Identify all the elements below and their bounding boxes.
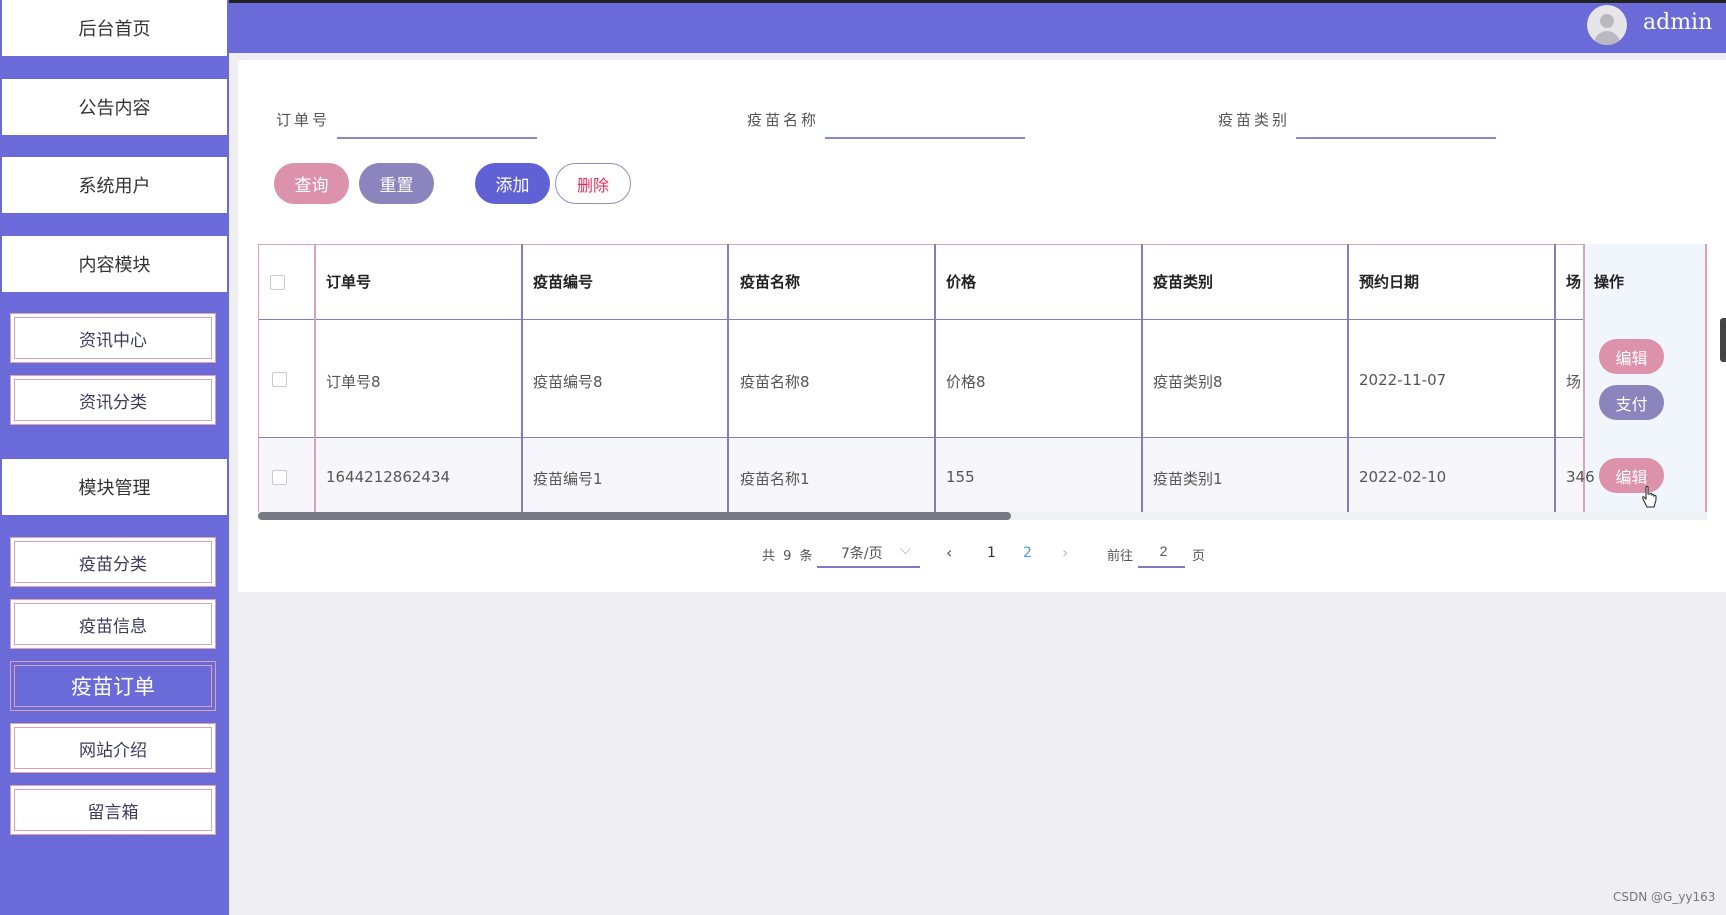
sidebar-subitem-label: 疫苗信息 [14,603,212,645]
search-input-vaccine-name[interactable] [825,107,1029,137]
search-input-vaccine-name-wrap [825,107,1029,139]
table-cell: 疫苗编号1 [533,470,603,488]
sidebar-subitem-news-category[interactable]: 资讯分类 [10,375,216,425]
column-divider [1554,244,1556,520]
search-label-vaccine-type: 疫苗类别 [1218,111,1291,129]
row-checkbox[interactable] [272,372,287,387]
column-header-venue[interactable]: 场 [1566,271,1581,292]
table-right-border [1705,244,1707,520]
top-header: admin [229,0,1726,53]
sidebar-subitem-site-intro[interactable]: 网站介绍 [10,723,216,773]
search-input-order-no[interactable] [337,107,541,137]
sidebar-item-home[interactable]: 后台首页 [2,0,227,56]
orders-table: 订单号 疫苗编号 疫苗名称 价格 疫苗类别 预约日期 场 操作 订单号8 疫苗编… [258,244,1707,520]
column-header-vaccine-code[interactable]: 疫苗编号 [533,271,593,292]
hand-pointer-icon [1642,486,1657,508]
table-border [258,319,1707,320]
table-cell: 价格8 [946,373,986,391]
column-divider [727,244,729,520]
sidebar-subitem-message-box[interactable]: 留言箱 [10,785,216,835]
column-header-order-no[interactable]: 订单号 [326,271,371,292]
column-divider [1141,244,1143,520]
table-cell: 2022-02-10 [1359,468,1447,486]
page-button-2[interactable]: 2 [1023,545,1032,561]
column-header-actions: 操作 [1594,273,1625,291]
sidebar-item-content-module[interactable]: 内容模块 [2,236,227,292]
search-input-vaccine-type[interactable] [1296,107,1500,137]
username[interactable]: admin [1643,10,1712,35]
table-cell: 2022-11-07 [1359,371,1447,389]
sidebar-subitem-vaccine-category[interactable]: 疫苗分类 [10,537,216,587]
sidebar-subitem-label: 网站介绍 [14,727,212,769]
table-cell: 疫苗名称1 [740,470,810,488]
user-avatar-icon[interactable] [1587,5,1627,45]
sidebar-subitem-vaccine-info[interactable]: 疫苗信息 [10,599,216,649]
pay-button[interactable]: 支付 [1599,385,1664,420]
column-header-vaccine-name[interactable]: 疫苗名称 [740,271,800,292]
search-input-vaccine-type-wrap [1296,107,1500,139]
table-cell: 疫苗名称8 [740,373,810,391]
row-checkbox[interactable] [272,470,287,485]
table-cell: 疫苗编号8 [533,373,603,391]
table-cell: 346 [1566,468,1594,486]
sidebar-subitem-label: 疫苗分类 [14,541,212,583]
sidebar-subitem-label: 疫苗订单 [14,665,212,707]
sidebar-subitem-label: 资讯中心 [14,317,212,359]
pagination-total: 共 9 条 [762,549,815,564]
sidebar-item-system-users[interactable]: 系统用户 [2,157,227,213]
sidebar-subitem-vaccine-orders[interactable]: 疫苗订单 [10,661,216,711]
search-label-order-no: 订单号 [276,111,331,129]
delete-button[interactable]: 删除 [555,163,631,204]
select-all-checkbox[interactable] [270,275,285,290]
column-divider [934,244,936,520]
table-left-border [258,244,259,520]
table-cell: 疫苗类别1 [1153,470,1223,488]
table-cell: 1644212862434 [326,468,451,486]
table-border [258,244,1707,245]
chevron-down-icon: ⌵ [900,542,911,558]
goto-label: 前往 [1107,549,1134,564]
search-label-vaccine-name: 疫苗名称 [747,111,820,129]
watermark: CSDN @G_yy163 [1613,890,1716,904]
column-header-vaccine-type[interactable]: 疫苗类别 [1153,271,1213,292]
column-divider [1347,244,1349,520]
page-size-select[interactable]: 7条/页 ⌵ [817,536,920,568]
goto-unit: 页 [1192,549,1206,564]
sidebar-subitem-label: 资讯分类 [14,379,212,421]
prev-page-button[interactable]: ‹ [946,543,952,562]
column-divider [521,244,523,520]
table-cell: 场 [1566,373,1582,391]
sidebar-subitem-label: 留言箱 [14,789,212,831]
next-page-button[interactable]: › [1062,543,1068,562]
query-button[interactable]: 查询 [274,163,349,204]
table-cell: 155 [946,468,975,486]
table-row-hover-bg [258,438,1707,520]
reset-button[interactable]: 重置 [359,163,434,204]
sidebar: 后台首页 公告内容 系统用户 内容模块 资讯中心 资讯分类 模块管理 疫苗分类 … [0,0,229,915]
column-divider [314,244,316,520]
column-header-appointment-date[interactable]: 预约日期 [1359,271,1419,292]
table-scrollbar-thumb[interactable] [258,512,1011,520]
search-input-order-no-wrap [337,107,541,139]
add-button[interactable]: 添加 [475,163,550,204]
sidebar-item-announcements[interactable]: 公告内容 [2,79,227,135]
column-header-price[interactable]: 价格 [946,271,976,292]
sidebar-item-module-management[interactable]: 模块管理 [2,459,227,515]
goto-page-input[interactable] [1138,536,1189,566]
goto-page-wrap [1138,536,1189,568]
page-button-1[interactable]: 1 [987,545,996,561]
table-cell: 疫苗类别8 [1153,373,1223,391]
table-cell: 订单号8 [326,373,381,391]
sidebar-subitem-news-center[interactable]: 资讯中心 [10,313,216,363]
page-size-value: 7条/页 [841,546,883,562]
edit-button[interactable]: 编辑 [1599,339,1664,374]
page-scrollbar[interactable] [1720,318,1726,362]
